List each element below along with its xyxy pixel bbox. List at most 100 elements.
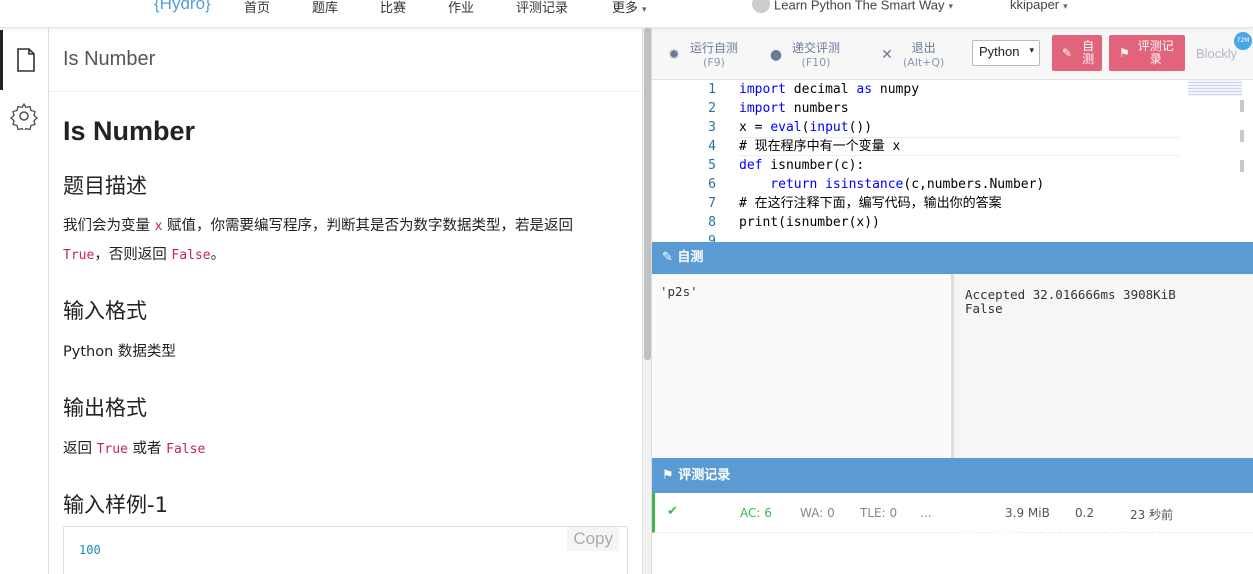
course-menu[interactable]: Learn Python The Smart Way ▾ — [752, 0, 953, 15]
token: numpy — [872, 82, 920, 97]
input-format-text: Python 数据类型 — [63, 344, 176, 360]
record-more: ... — [920, 506, 932, 520]
output-status: Accepted 32.016666ms 3908KiB — [965, 287, 1176, 302]
output-format-heading: 输出格式 — [63, 396, 147, 420]
records-title: 评测记录 — [678, 468, 731, 483]
sample-input-value: 100 — [79, 543, 101, 557]
exit-shortcut: (Alt+Q) — [903, 55, 945, 69]
token: x = — [739, 120, 771, 135]
flag-icon: ⚑ — [1119, 46, 1130, 60]
site-logo[interactable]: {Hydro} — [154, 0, 211, 14]
tab-problem-content[interactable] — [0, 30, 48, 90]
line-number: 3 — [708, 120, 716, 135]
user-menu[interactable]: kkipaper ▾ — [1010, 0, 1068, 12]
check-icon: ✔ — [667, 504, 678, 519]
code-scrollbar[interactable] — [1240, 100, 1244, 172]
run-selftest-button[interactable]: ✹ 运行自测 (F9) — [666, 40, 738, 70]
problem-scrollbar[interactable] — [642, 28, 651, 574]
scrollbar-thumb[interactable] — [644, 28, 651, 360]
desc-part: 。 — [210, 247, 226, 263]
selftest-input[interactable]: 'p2s' — [652, 274, 954, 458]
course-avatar — [752, 0, 770, 13]
copy-button[interactable]: Copy — [567, 527, 619, 551]
desc-part: ，否则返回 — [94, 247, 167, 263]
line-number: 8 — [708, 215, 716, 230]
submit-button[interactable]: ● 递交评测 (F10) — [768, 40, 840, 70]
nav-home[interactable]: 首页 — [244, 0, 270, 16]
code-line: 6 return isinstance(c,numbers.Number) — [652, 175, 1192, 194]
nav-homework[interactable]: 作业 — [448, 0, 474, 16]
desc-part: 赋值，你需要编写程序，判断其是否为数字数据类型，若是返回 — [167, 218, 574, 234]
run-label: 运行自测 — [690, 40, 739, 55]
token: import — [739, 101, 786, 116]
top-navbar: {Hydro} 首页 题库 比赛 作业 评测记录 更多 ▾ Learn Pytho… — [0, 0, 1253, 28]
language-select[interactable]: Python ▾ — [972, 40, 1040, 66]
description-heading: 题目描述 — [63, 174, 147, 198]
code-line: 3 x = eval(input()) — [652, 118, 1192, 137]
record-wa: WA: 0 — [800, 506, 835, 520]
records-panel-button[interactable]: ⚑ 评测记录 — [1109, 35, 1185, 71]
line-number: 5 — [708, 158, 716, 173]
output-value: False — [965, 301, 1003, 316]
token: def — [739, 158, 763, 173]
submit-label: 递交评测 — [792, 40, 841, 55]
code-text: import decimal as numpy — [739, 80, 919, 99]
bug-icon: ✹ — [668, 47, 680, 63]
play-circle-icon: ● — [769, 47, 783, 63]
selftest-panel-button[interactable]: ✎ 自测 — [1052, 35, 1102, 71]
input-format-heading: 输入格式 — [63, 299, 147, 323]
record-tle: TLE: 0 — [860, 506, 898, 520]
pencil-icon: ✎ — [662, 250, 678, 265]
code-editor[interactable]: 1 import decimal as numpy 2 import numbers… — [652, 80, 1253, 242]
nav-records[interactable]: 评测记录 — [516, 0, 568, 16]
code-text: return isinstance(c,numbers.Number) — [739, 175, 1044, 194]
nav-more-label: 更多 — [612, 0, 639, 15]
true-code: True — [63, 248, 95, 263]
problem-title: Is Number — [63, 116, 196, 146]
editor-toolbar: ✹ 运行自测 (F9) ● 递交评测 (F10) ✕ 退出 (Alt+Q) Pytho… — [652, 28, 1253, 80]
run-shortcut: (F9) — [703, 55, 725, 69]
selftest-title: 自测 — [677, 250, 704, 265]
chevron-down-icon: ▾ — [642, 4, 647, 14]
divider — [49, 91, 642, 92]
records-label: 录 — [1149, 52, 1162, 66]
code-line: 8 print(isnumber(x)) — [652, 213, 1192, 232]
line-number: 6 — [708, 177, 716, 192]
problem-panel: Is Number Is Number 题目描述 我们会为变量 x 赋值，你需要… — [49, 28, 642, 574]
description-text: 我们会为变量 x 赋值，你需要编写程序，判断其是否为数字数据类型，若是返回 Tru… — [63, 212, 633, 270]
nav-contests[interactable]: 比赛 — [380, 0, 406, 16]
exit-button[interactable]: ✕ 退出 (Alt+Q) — [879, 40, 944, 70]
token: isnumber(c): — [762, 158, 865, 173]
flag-icon: ⚑ — [662, 468, 679, 483]
selftest-label: 自 — [1082, 39, 1095, 53]
nav-more[interactable]: 更多 ▾ — [612, 0, 647, 16]
selftest-label: 测 — [1082, 52, 1095, 66]
code-line: 9 — [652, 232, 1192, 242]
chevron-down-icon: ▾ — [1029, 45, 1034, 55]
code-minimap[interactable] — [1188, 80, 1242, 96]
desc-part: 我们会为变量 — [63, 218, 150, 234]
selftest-io: 'p2s' Accepted 32.016666ms 3908KiB False — [652, 274, 1253, 458]
output-format-text: 返回 True 或者 False — [63, 435, 633, 464]
token: import — [739, 82, 786, 97]
nav-problems[interactable]: 题库 — [312, 0, 338, 16]
tab-settings[interactable] — [0, 86, 48, 146]
code-line: 7 # 在这行注释下面，编写代码，输出你的答案 — [652, 194, 1192, 213]
sample-input-heading: 输入样例-1 — [63, 493, 168, 517]
username: kkipaper — [1010, 0, 1060, 12]
line-number: 9 — [708, 234, 716, 242]
record-row[interactable]: ✔ AC: 6 WA: 0 TLE: 0 ... 3.9 MiB 0.2 23 … — [652, 493, 1253, 554]
code-text: # 在这行注释下面，编写代码，输出你的答案 — [739, 196, 1002, 211]
var-code: x — [154, 219, 163, 234]
output-part: 或者 — [132, 441, 162, 457]
blockly-toggle[interactable]: Blockly — [1196, 46, 1237, 61]
exit-label: 退出 — [911, 40, 936, 55]
code-text: print(isnumber(x)) — [739, 215, 880, 230]
token: input — [809, 120, 849, 135]
true-code: True — [96, 442, 128, 457]
code-line: 5 def isnumber(c): — [652, 156, 1192, 175]
editor-pane: ✹ 运行自测 (F9) ● 递交评测 (F10) ✕ 退出 (Alt+Q) Pytho… — [651, 28, 1253, 574]
line-number: 7 — [708, 196, 716, 211]
token: eval — [770, 120, 802, 135]
gear-icon — [10, 103, 38, 130]
